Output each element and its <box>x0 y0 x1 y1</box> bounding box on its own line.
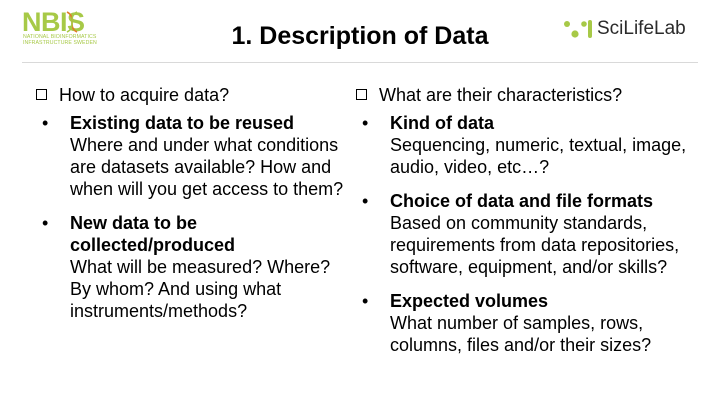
item-title: Expected volumes <box>390 291 549 311</box>
item-title: Kind of data <box>390 113 494 133</box>
checkbox-icon <box>356 89 367 100</box>
item-title: New data to be collected/produced <box>70 213 236 255</box>
bullet: • <box>362 191 369 211</box>
list-item: • Choice of data and file formats Based … <box>356 190 701 278</box>
item-description: Sequencing, numeric, textual, image, aud… <box>390 135 687 177</box>
bullet: • <box>42 113 49 133</box>
list-item: • Expected volumes What number of sample… <box>356 290 701 356</box>
scilifelab-logo: SciLifeLab <box>563 16 703 46</box>
item-title: Existing data to be reused <box>70 113 295 133</box>
slide: NBIS NATIONAL BIOINFORMATICS INFRASTRUCT… <box>0 0 720 405</box>
scilifelab-logo-text: SciLifeLab <box>597 18 686 39</box>
bullet: • <box>42 213 49 233</box>
item-description: What will be measured? Where? By whom? A… <box>70 257 331 321</box>
right-question-text: What are their characteristics? <box>379 85 623 105</box>
item-description: Based on community standards, requiremen… <box>390 213 680 277</box>
list-item: • Kind of data Sequencing, numeric, text… <box>356 112 701 178</box>
item-description: Where and under what conditions are data… <box>70 135 344 199</box>
bullet: • <box>362 113 369 133</box>
right-column: What are their characteristics? • Kind o… <box>356 84 701 356</box>
item-description: What number of samples, rows, columns, f… <box>390 313 652 355</box>
left-question-text: How to acquire data? <box>59 85 230 105</box>
left-column: How to acquire data? • Existing data to … <box>36 84 346 322</box>
right-question: What are their characteristics? <box>356 84 701 106</box>
list-item: • Existing data to be reused Where and u… <box>36 112 346 200</box>
list-item: • New data to be collected/produced What… <box>36 212 346 322</box>
header-divider <box>22 62 698 63</box>
item-title: Choice of data and file formats <box>390 191 654 211</box>
left-question: How to acquire data? <box>36 84 346 106</box>
checkbox-icon <box>36 89 47 100</box>
scilifelab-mark-icon <box>564 20 592 38</box>
bullet: • <box>362 291 369 311</box>
